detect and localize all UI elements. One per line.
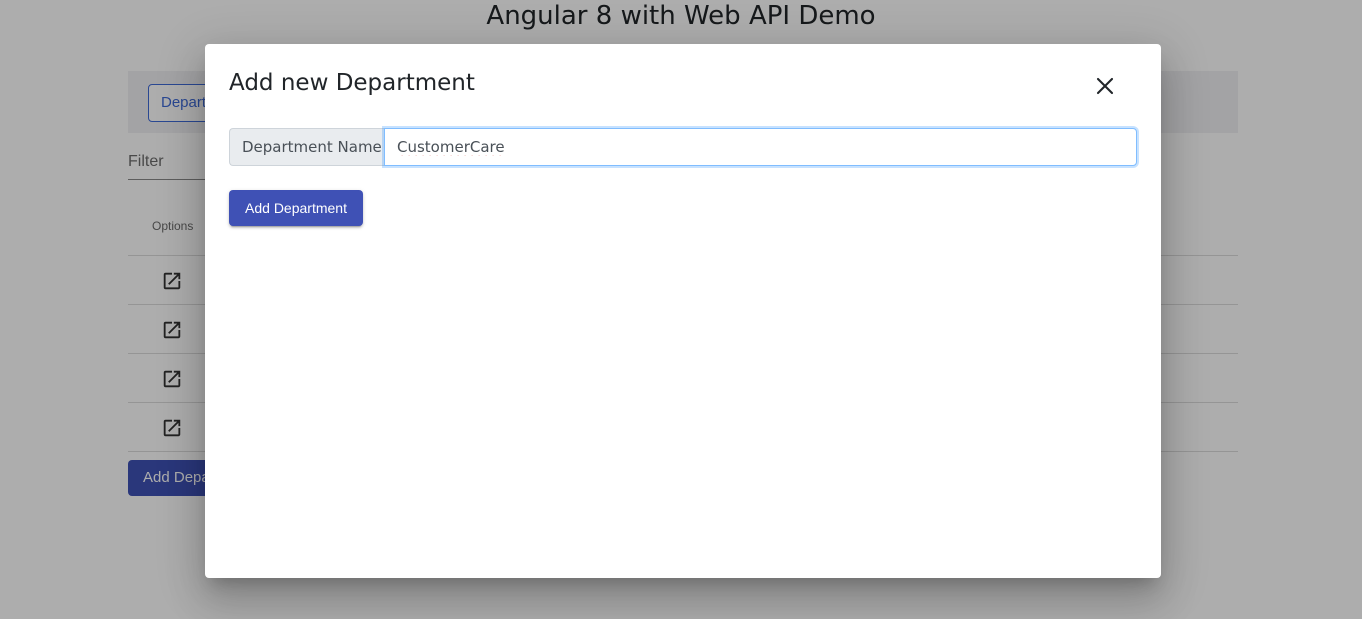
add-department-dialog: Add new Department Department Name Add D… bbox=[205, 44, 1161, 578]
department-name-label: Department Name bbox=[229, 128, 384, 166]
close-button[interactable] bbox=[1091, 72, 1119, 100]
department-name-input[interactable] bbox=[384, 128, 1137, 166]
close-icon bbox=[1096, 77, 1114, 95]
add-department-button[interactable]: Add Department bbox=[229, 190, 363, 226]
app-page: Angular 8 with Web API Demo Departments … bbox=[0, 0, 1362, 619]
department-name-group: Department Name bbox=[229, 128, 1137, 166]
dialog-title: Add new Department bbox=[229, 70, 475, 96]
